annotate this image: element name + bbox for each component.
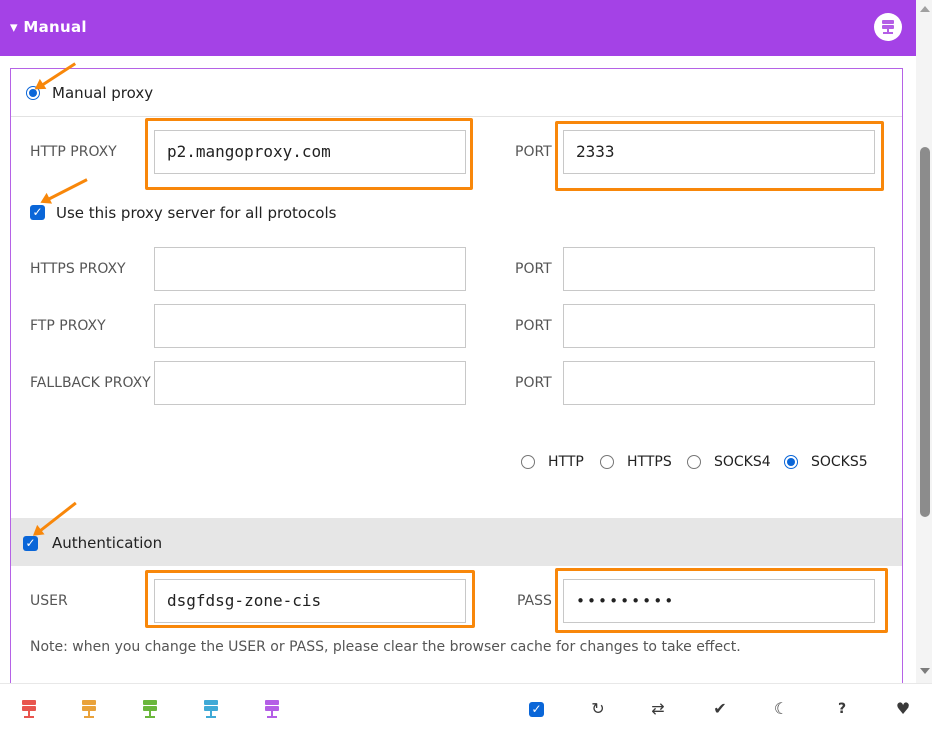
fallback-proxy-label: FALLBACK PROXY — [30, 375, 151, 391]
authentication-label: Authentication — [52, 534, 163, 552]
server-icon-orange[interactable] — [82, 700, 96, 718]
fallback-port-input[interactable] — [563, 361, 875, 405]
refresh-icon[interactable]: ↻ — [588, 699, 608, 719]
protocol-radio-socks5[interactable] — [784, 455, 798, 469]
divider — [11, 116, 902, 117]
fallback-proxy-input[interactable] — [154, 361, 466, 405]
fallback-port-label: PORT — [515, 375, 552, 391]
server-icon[interactable] — [874, 13, 902, 41]
highlight-box — [555, 121, 884, 191]
check-icon[interactable]: ✔ — [710, 699, 730, 719]
protocol-label-socks5: SOCKS5 — [811, 454, 868, 470]
scroll-up-icon[interactable] — [920, 6, 930, 12]
protocol-radio-https[interactable] — [600, 455, 614, 469]
checkbox-icon[interactable]: ✓ — [529, 702, 544, 717]
all-protocols-label: Use this proxy server for all protocols — [56, 204, 337, 222]
https-proxy-label: HTTPS PROXY — [30, 261, 126, 277]
pass-label: PASS — [517, 593, 552, 609]
ftp-port-input[interactable] — [563, 304, 875, 348]
ftp-proxy-input[interactable] — [154, 304, 466, 348]
server-icon-blue[interactable] — [204, 700, 218, 718]
manual-proxy-label: Manual proxy — [52, 84, 154, 102]
section-title: ▾ Manual — [10, 18, 87, 36]
protocol-label-http: HTTP — [548, 454, 584, 470]
heart-icon[interactable]: ♥ — [893, 699, 913, 719]
server-icon-red[interactable] — [22, 700, 36, 718]
auth-note: Note: when you change the USER or PASS, … — [30, 639, 741, 655]
https-proxy-input[interactable] — [154, 247, 466, 291]
user-label: USER — [30, 593, 68, 609]
bottom-toolbar — [0, 683, 932, 730]
server-icon-purple[interactable] — [265, 700, 279, 718]
ftp-port-label: PORT — [515, 318, 552, 334]
help-icon[interactable]: ? — [832, 699, 852, 719]
highlight-box — [555, 568, 888, 633]
scroll-down-icon[interactable] — [920, 668, 930, 674]
https-port-input[interactable] — [563, 247, 875, 291]
protocol-radio-http[interactable] — [521, 455, 535, 469]
protocol-label-https: HTTPS — [627, 454, 672, 470]
highlight-box — [145, 570, 475, 628]
ftp-proxy-label: FTP PROXY — [30, 318, 106, 334]
repeat-icon[interactable]: ⇄ — [648, 699, 668, 719]
protocol-label-socks4: SOCKS4 — [714, 454, 771, 470]
https-port-label: PORT — [515, 261, 552, 277]
section-header-manual[interactable]: ▾ Manual — [0, 0, 916, 56]
server-icon-green[interactable] — [143, 700, 157, 718]
http-proxy-label: HTTP PROXY — [30, 144, 117, 160]
scrollbar-thumb[interactable] — [920, 147, 930, 517]
moon-icon[interactable]: ☾ — [771, 699, 791, 719]
highlight-box — [145, 118, 473, 190]
http-port-label: PORT — [515, 144, 552, 160]
protocol-radio-socks4[interactable] — [687, 455, 701, 469]
